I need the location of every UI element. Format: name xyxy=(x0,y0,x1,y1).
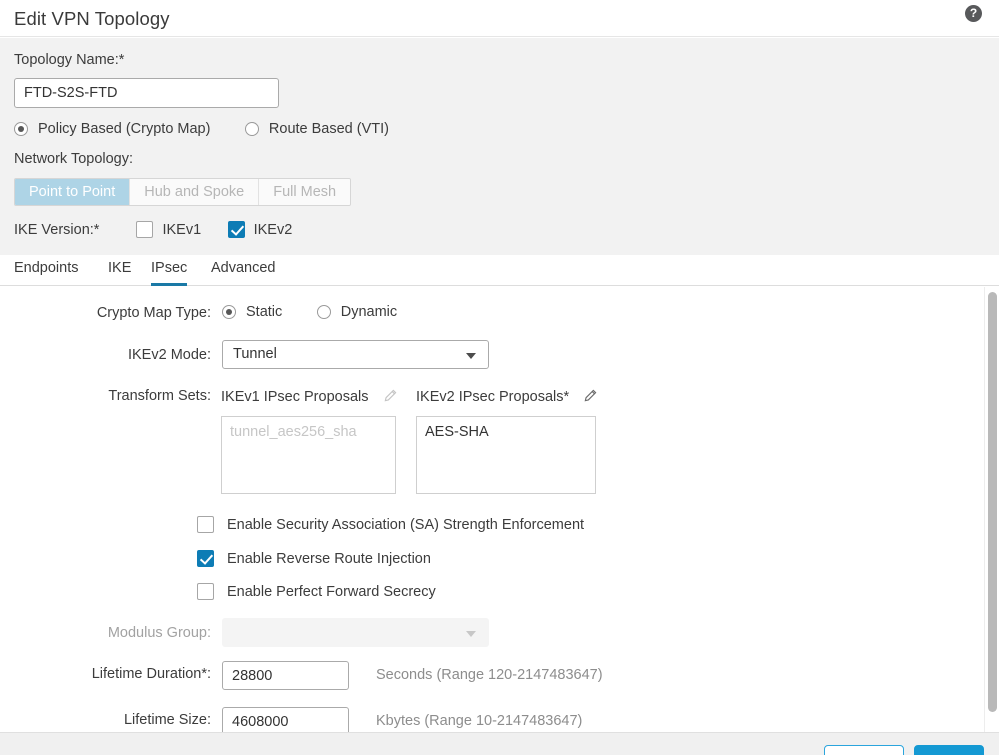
chevron-down-icon xyxy=(466,631,476,637)
ikev2-mode-label: IKEv2 Mode: xyxy=(127,347,211,363)
ikev1-proposals-header-row: IKEv1 IPsec Proposals xyxy=(221,388,397,406)
checkbox-sa-strength[interactable]: Enable Security Association (SA) Strengt… xyxy=(197,516,585,534)
checkbox-reverse-route-box[interactable] xyxy=(197,550,214,568)
radio-policy-based[interactable]: Policy Based (Crypto Map) xyxy=(14,121,210,137)
ikev2-proposals-header-row: IKEv2 IPsec Proposals* xyxy=(416,388,597,406)
radio-policy-based-dot xyxy=(14,121,28,136)
tab-endpoints[interactable]: Endpoints xyxy=(14,255,79,286)
pencil-icon[interactable] xyxy=(383,389,397,403)
checkbox-reverse-route-label: Enable Reverse Route Injection xyxy=(227,550,431,567)
ike-version-label: IKE Version:* xyxy=(14,221,100,238)
lifetime-size-label: Lifetime Size: xyxy=(123,712,211,728)
radio-crypto-dynamic[interactable]: Dynamic xyxy=(316,303,398,320)
checkbox-perfect-forward-secrecy[interactable]: Enable Perfect Forward Secrecy xyxy=(197,583,436,601)
checkbox-pfs-row: Enable Perfect Forward Secrecy xyxy=(197,583,458,601)
radio-crypto-static[interactable]: Static xyxy=(222,304,282,320)
ikev1-proposals-listbox[interactable]: tunnel_aes256_sha xyxy=(221,416,396,494)
checkbox-sa-strength-box[interactable] xyxy=(197,516,214,534)
segment-hub-and-spoke[interactable]: Hub and Spoke xyxy=(130,179,260,205)
radio-policy-based-label: Policy Based (Crypto Map) xyxy=(38,120,211,137)
edit-vpn-topology-dialog: Edit VPN Topology ? Topology Name:* Poli… xyxy=(0,0,999,755)
tab-advanced[interactable]: Advanced xyxy=(211,255,276,286)
crypto-map-type-label: Crypto Map Type: xyxy=(96,305,211,321)
vertical-scrollbar[interactable] xyxy=(984,287,999,732)
save-button[interactable]: Save xyxy=(914,745,984,755)
ikev2-mode-value: Tunnel xyxy=(233,346,277,362)
checkbox-ikev1-label: IKEv1 xyxy=(162,221,202,238)
transform-sets-label: Transform Sets: xyxy=(108,388,211,404)
radio-route-based[interactable]: Route Based (VTI) xyxy=(244,120,389,137)
lifetime-size-input[interactable] xyxy=(222,707,349,732)
checkbox-perfect-forward-secrecy-box[interactable] xyxy=(197,583,214,601)
checkbox-ikev2-label: IKEv2 xyxy=(253,221,293,238)
modulus-group-select xyxy=(222,618,489,647)
radio-route-based-dot xyxy=(244,121,259,136)
topology-settings-region: Topology Name:* Policy Based (Crypto Map… xyxy=(0,38,999,285)
tab-bar: Endpoints IKE IPsec Advanced xyxy=(0,255,999,286)
checkbox-sa-strength-label: Enable Security Association (SA) Strengt… xyxy=(227,516,585,533)
lifetime-duration-hint: Seconds (Range 120-2147483647) xyxy=(376,667,603,683)
lifetime-size-hint: Kbytes (Range 10-2147483647) xyxy=(376,713,583,729)
ipsec-panel: Crypto Map Type: Static Dynamic IKEv2 Mo… xyxy=(0,287,999,732)
tab-ipsec[interactable]: IPsec xyxy=(151,255,188,286)
page-title: Edit VPN Topology xyxy=(14,8,170,29)
ikev2-mode-select[interactable]: Tunnel xyxy=(222,340,489,369)
topology-name-label: Topology Name:* xyxy=(14,52,125,68)
topology-name-input[interactable] xyxy=(14,78,279,108)
checkbox-perfect-forward-secrecy-label: Enable Perfect Forward Secrecy xyxy=(227,583,436,600)
radio-crypto-static-dot xyxy=(222,304,236,319)
ikev2-proposals-header: IKEv2 IPsec Proposals* xyxy=(416,389,570,405)
checkbox-ikev1-box[interactable] xyxy=(136,221,154,239)
network-topology-segmented-control: Point to Point Hub and Spoke Full Mesh xyxy=(14,178,352,206)
radio-crypto-dynamic-dot xyxy=(316,304,331,319)
cancel-button[interactable]: Cancel xyxy=(824,745,904,755)
checkbox-ikev1[interactable]: IKEv1 xyxy=(136,221,202,239)
vertical-scrollbar-thumb[interactable] xyxy=(988,292,997,712)
checkbox-ikev2-box[interactable] xyxy=(227,221,245,239)
crypto-map-type-radio-group: Static Dynamic xyxy=(222,303,427,321)
ike-version-row: IKE Version:* IKEv1 IKEv2 xyxy=(14,221,314,239)
network-topology-label: Network Topology: xyxy=(14,151,134,167)
checkbox-sa-strength-row: Enable Security Association (SA) Strengt… xyxy=(197,516,606,534)
radio-crypto-dynamic-label: Dynamic xyxy=(340,303,398,320)
dialog-header: Edit VPN Topology ? xyxy=(0,0,999,37)
segment-point-to-point[interactable]: Point to Point xyxy=(15,179,131,205)
chevron-down-icon xyxy=(466,353,476,359)
dialog-footer: Cancel Save xyxy=(0,732,999,755)
tab-ike[interactable]: IKE xyxy=(108,255,131,286)
help-icon[interactable]: ? xyxy=(965,5,982,22)
modulus-group-label: Modulus Group: xyxy=(107,625,211,641)
ikev2-proposals-listbox[interactable]: AES-SHA xyxy=(416,416,596,494)
ikev1-proposals-header: IKEv1 IPsec Proposals xyxy=(221,389,369,405)
checkbox-reverse-route[interactable]: Enable Reverse Route Injection xyxy=(197,550,431,568)
lifetime-duration-input[interactable] xyxy=(222,661,349,690)
lifetime-duration-label: Lifetime Duration*: xyxy=(91,666,211,682)
radio-route-based-label: Route Based (VTI) xyxy=(268,120,389,137)
radio-crypto-static-label: Static xyxy=(246,303,283,320)
vpn-type-radio-group: Policy Based (Crypto Map) Route Based (V… xyxy=(14,120,419,138)
segment-full-mesh[interactable]: Full Mesh xyxy=(259,179,351,205)
checkbox-reverse-route-row: Enable Reverse Route Injection xyxy=(197,550,453,568)
checkbox-ikev2[interactable]: IKEv2 xyxy=(227,221,293,239)
pencil-icon[interactable] xyxy=(583,389,597,403)
